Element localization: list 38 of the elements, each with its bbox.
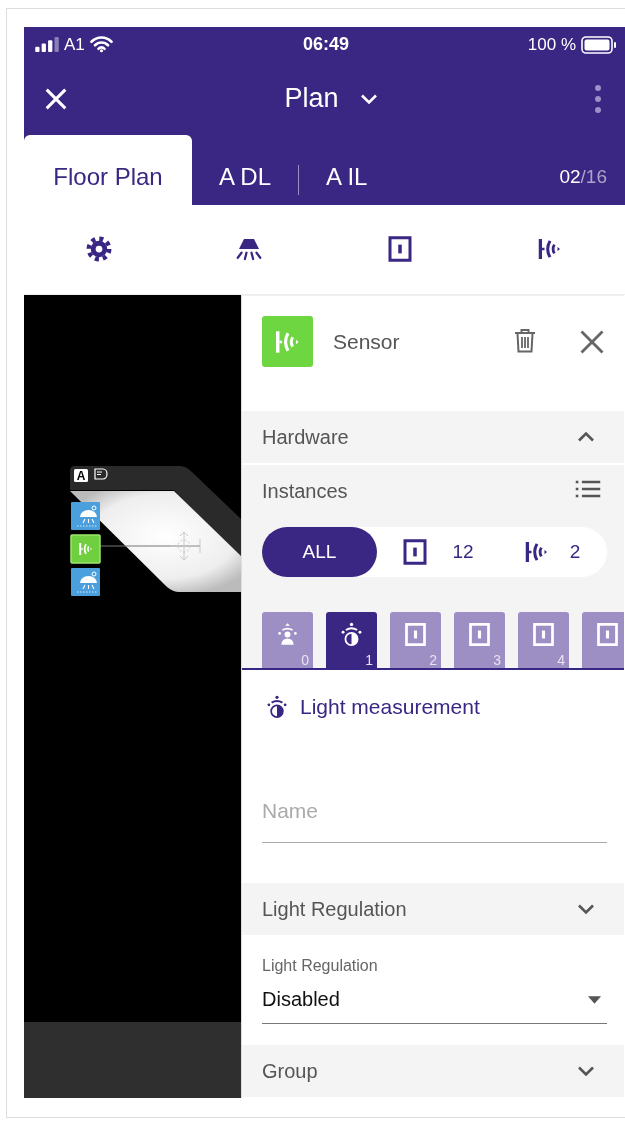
section-header[interactable]: Group — [242, 1045, 624, 1097]
dropdown-arrow-icon — [588, 995, 601, 1004]
instance-tile[interactable] — [582, 612, 624, 668]
wifi-icon — [89, 36, 113, 53]
carrier-name: A1 — [64, 34, 85, 55]
instance-title: Light measurement — [300, 695, 480, 719]
luminaire-drawing[interactable] — [70, 466, 241, 592]
section-header[interactable]: Hardware — [242, 411, 624, 463]
filter-option[interactable]: 12 — [377, 527, 497, 577]
switch-icon — [530, 621, 557, 648]
tab[interactable]: A DL — [192, 135, 299, 205]
signal-icon — [35, 37, 59, 52]
instances-label: Instances — [262, 479, 349, 503]
tab[interactable]: A IL — [299, 135, 395, 205]
mode-badge: A — [74, 469, 88, 483]
section-header[interactable]: Light Regulation — [242, 883, 624, 935]
device-title: Sensor — [333, 329, 401, 354]
tab[interactable]: Floor Plan — [24, 135, 192, 205]
page-number: 02 — [559, 165, 581, 188]
sensor-marker[interactable] — [70, 534, 101, 564]
switch-icon — [466, 621, 493, 648]
field-label: Light Regulation — [262, 957, 379, 975]
name-field[interactable]: Name — [262, 790, 607, 843]
dropdown-field[interactable]: Disabled — [262, 988, 607, 1024]
switch-icon — [594, 621, 621, 648]
plan-selector[interactable]: Plan — [284, 83, 381, 114]
instance-tile[interactable]: 1 — [326, 612, 377, 668]
light-marker[interactable] — [71, 568, 100, 596]
filter-option[interactable]: ALL — [262, 527, 377, 577]
switch-icon — [402, 621, 429, 648]
filter-option[interactable]: 2 — [497, 527, 605, 577]
clock-time: 06:49 — [303, 34, 350, 55]
page-total: /16 — [580, 165, 607, 188]
light-marker[interactable] — [71, 502, 100, 530]
more-icon — [595, 84, 601, 113]
battery-percentage: 100 % — [527, 34, 576, 55]
move-handle-icon[interactable] — [169, 531, 201, 561]
battery-icon — [581, 35, 617, 54]
